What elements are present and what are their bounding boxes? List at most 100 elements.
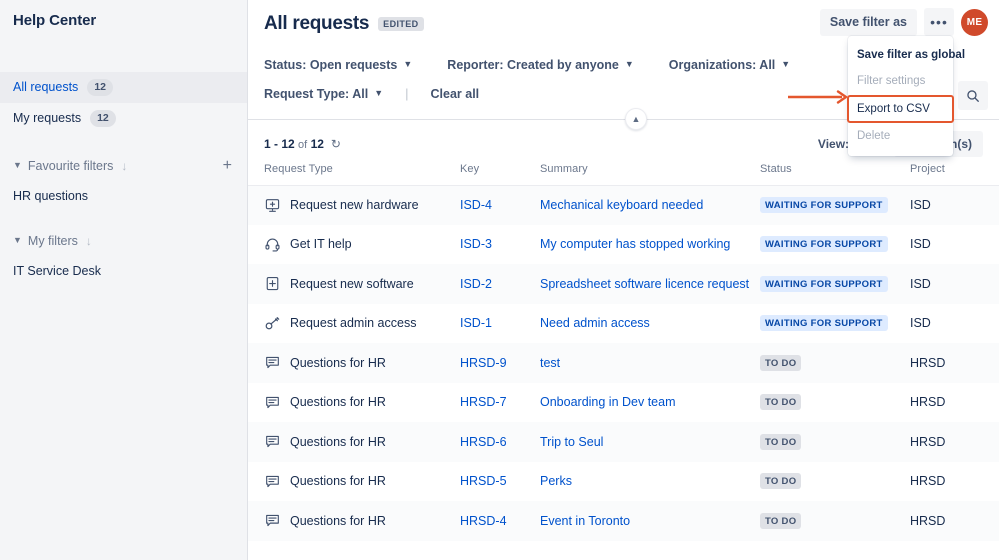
- sidebar-filter-hr-questions[interactable]: HR questions: [0, 183, 247, 209]
- table-row[interactable]: Request new software ISD-2 Spreadsheet sof…: [248, 264, 999, 304]
- cell-project: HRSD: [910, 474, 983, 488]
- project-label: HRSD: [910, 355, 946, 370]
- summary-link[interactable]: Onboarding in Dev team: [540, 395, 676, 409]
- sidebar: Help Center All requests 12 My requests …: [0, 0, 248, 560]
- results-range: 1 - 12: [264, 137, 295, 151]
- main-content: All requests EDITED Save filter as ••• M…: [248, 0, 999, 560]
- sidebar-item-my-requests[interactable]: My requests 12: [0, 103, 247, 134]
- chevron-down-icon: ▼: [403, 58, 413, 69]
- comment-lines-icon: [264, 394, 280, 410]
- status-badge: TO DO: [760, 512, 802, 529]
- cell-key: ISD-3: [460, 237, 540, 251]
- issue-key-link[interactable]: ISD-4: [460, 198, 492, 212]
- more-actions-button[interactable]: •••: [924, 8, 954, 36]
- table-row[interactable]: Questions for HR HRSD-6 Trip to Seul TO DO H…: [248, 422, 999, 462]
- sidebar-section-favourite-filters[interactable]: ▼ Favourite filters ↓ +: [0, 153, 247, 179]
- issue-key-link[interactable]: HRSD-4: [460, 514, 507, 528]
- project-label: ISD: [910, 316, 931, 331]
- filter-status-dropdown[interactable]: Status: Open requests ▼: [264, 50, 412, 79]
- table-row[interactable]: Get IT help ISD-3 My computer has stopped …: [248, 224, 999, 264]
- cell-status: TO DO: [760, 473, 910, 490]
- summary-link[interactable]: Event in Toronto: [540, 514, 630, 528]
- menu-item-save-filter-as-global[interactable]: Save filter as global: [848, 42, 965, 68]
- summary-link[interactable]: test: [540, 356, 560, 370]
- issue-key-link[interactable]: HRSD-9: [460, 356, 507, 370]
- clear-all-button[interactable]: Clear all: [431, 87, 480, 101]
- request-type-label: Questions for HR: [290, 395, 386, 410]
- table-row[interactable]: Questions for HR HRSD-9 test TO DO HRSD: [248, 343, 999, 383]
- issue-key-link[interactable]: ISD-2: [460, 277, 492, 291]
- cell-key: HRSD-6: [460, 435, 540, 449]
- refresh-icon[interactable]: ↻: [331, 137, 341, 151]
- cell-project: ISD: [910, 316, 983, 330]
- summary-link[interactable]: My computer has stopped working: [540, 237, 730, 251]
- table-row[interactable]: Questions for HR HRSD-7 Onboarding in Dev …: [248, 382, 999, 422]
- page-title: All requests: [264, 13, 370, 34]
- save-filter-as-button[interactable]: Save filter as: [819, 8, 917, 36]
- summary-link[interactable]: Trip to Seul: [540, 435, 603, 449]
- sort-down-icon[interactable]: ↓: [121, 159, 127, 173]
- column-header-key: Key: [460, 163, 480, 175]
- summary-link[interactable]: Need admin access: [540, 316, 650, 330]
- results-of-label: of: [298, 139, 308, 151]
- cell-status: WAITING FOR SUPPORT: [760, 315, 910, 332]
- request-type-label: Questions for HR: [290, 513, 386, 528]
- column-header-status: Status: [760, 163, 792, 175]
- cell-request-type: Request new hardware: [264, 197, 460, 213]
- project-label: HRSD: [910, 395, 946, 410]
- filter-organizations-dropdown[interactable]: Organizations: All ▼: [669, 50, 790, 79]
- add-filter-button[interactable]: +: [223, 158, 234, 174]
- sidebar-nav: All requests 12 My requests 12: [0, 72, 247, 134]
- cell-summary: Need admin access: [540, 316, 760, 330]
- issue-key-link[interactable]: HRSD-7: [460, 395, 507, 409]
- filter-label: Organizations: All: [668, 57, 776, 72]
- column-header-request-type: Request Type: [264, 163, 333, 175]
- sidebar-filter-it-service-desk[interactable]: IT Service Desk: [0, 258, 247, 284]
- search-button[interactable]: [958, 81, 988, 110]
- headset-icon: [264, 236, 280, 252]
- cell-summary: Perks: [540, 474, 760, 488]
- sort-down-icon[interactable]: ↓: [86, 234, 92, 248]
- issue-key-link[interactable]: HRSD-5: [460, 474, 507, 488]
- table-row[interactable]: Questions for HR HRSD-5 Perks TO DO HRSD: [248, 461, 999, 501]
- avatar[interactable]: ME: [961, 8, 988, 36]
- table-row[interactable]: Questions for HR HRSD-4 Event in Toronto TO…: [248, 501, 999, 541]
- sidebar-title: Help Center: [13, 12, 97, 29]
- sidebar-filter-label: HR questions: [13, 189, 89, 203]
- search-icon: [967, 89, 979, 102]
- summary-link[interactable]: Spreadsheet software licence request: [540, 277, 749, 291]
- comment-lines-icon: [264, 513, 280, 529]
- table-row[interactable]: Request admin access ISD-1 Need admin acce…: [248, 303, 999, 343]
- collapse-filters-button[interactable]: ▲: [625, 108, 647, 130]
- issue-key-link[interactable]: ISD-3: [460, 237, 492, 251]
- menu-item-export-to-csv[interactable]: Export to CSV: [847, 94, 954, 124]
- cell-key: HRSD-9: [460, 356, 540, 370]
- cell-request-type: Request new software: [264, 276, 460, 292]
- status-badge: TO DO: [760, 394, 802, 411]
- issue-key-link[interactable]: ISD-1: [460, 316, 492, 330]
- filter-reporter-dropdown[interactable]: Reporter: Created by anyone ▼: [447, 50, 634, 79]
- comment-lines-icon: [264, 434, 280, 450]
- summary-link[interactable]: Perks: [540, 474, 572, 488]
- table-row[interactable]: Request new hardware ISD-4 Mechanical keyb…: [248, 185, 999, 225]
- table-body: Request new hardware ISD-4 Mechanical keyb…: [248, 185, 999, 541]
- chevron-down-icon: ▼: [624, 58, 634, 69]
- cell-status: WAITING FOR SUPPORT: [760, 236, 910, 253]
- status-badge: TO DO: [760, 433, 802, 450]
- filter-separator: |: [405, 86, 409, 101]
- cell-project: HRSD: [910, 435, 983, 449]
- sidebar-section-my-filters[interactable]: ▼ My filters ↓: [0, 228, 247, 254]
- request-type-label: Questions for HR: [290, 474, 386, 489]
- cell-request-type: Questions for HR: [264, 355, 460, 371]
- cell-request-type: Questions for HR: [264, 434, 460, 450]
- sidebar-section-label: My filters: [27, 234, 78, 248]
- ellipsis-icon: •••: [930, 14, 948, 30]
- requests-table: Request Type Key Summary Status Project …: [248, 163, 999, 541]
- summary-link[interactable]: Mechanical keyboard needed: [540, 198, 703, 212]
- filter-request-type-dropdown[interactable]: Request Type: All ▼: [264, 79, 383, 108]
- issue-key-link[interactable]: HRSD-6: [460, 435, 507, 449]
- chevron-down-icon: ▼: [781, 58, 791, 69]
- project-label: HRSD: [910, 513, 946, 528]
- edited-badge: EDITED: [378, 16, 424, 32]
- sidebar-item-all-requests[interactable]: All requests 12: [0, 72, 247, 103]
